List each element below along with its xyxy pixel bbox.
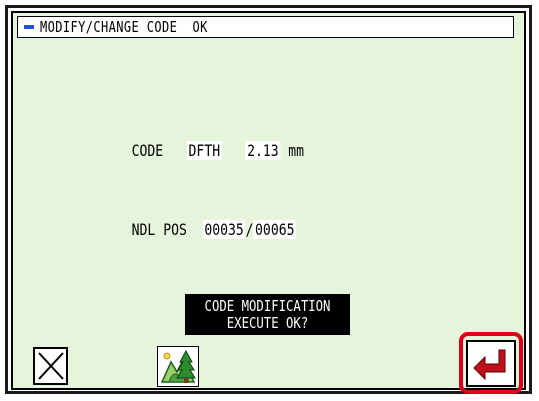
- code-readout: CODE DFTH 2.13 mm: [100, 122, 304, 179]
- title-mark-icon: [24, 25, 34, 29]
- enter-button-highlight: [459, 332, 523, 394]
- cancel-button[interactable]: [33, 347, 68, 385]
- close-x-icon: [37, 352, 64, 380]
- title-bar: MODIFY/CHANGE CODE OK: [17, 16, 514, 38]
- page-title: MODIFY/CHANGE CODE OK: [40, 18, 208, 36]
- ndl-pos-label: NDL POS: [131, 220, 187, 239]
- needle-position-readout: NDL POS 00035/00065: [100, 201, 297, 258]
- code-unit: mm: [288, 141, 305, 160]
- landscape-tree-icon: [159, 348, 197, 385]
- ndl-pos-total: 00065: [253, 220, 297, 239]
- code-label: CODE: [131, 141, 164, 160]
- device-frame: MODIFY/CHANGE CODE OK CODE DFTH 2.13 mm …: [0, 0, 539, 401]
- prompt-line-2: EXECUTE OK?: [226, 313, 309, 332]
- code-name: DFTH: [186, 141, 222, 160]
- prompt-line-1: CODE MODIFICATION: [204, 296, 331, 315]
- confirm-prompt: CODE MODIFICATION EXECUTE OK?: [185, 294, 350, 335]
- ndl-pos-current: 00035: [202, 220, 246, 239]
- code-value: 2.13: [245, 141, 281, 160]
- image-view-button[interactable]: [157, 346, 199, 387]
- ndl-pos-separator: /: [245, 220, 254, 239]
